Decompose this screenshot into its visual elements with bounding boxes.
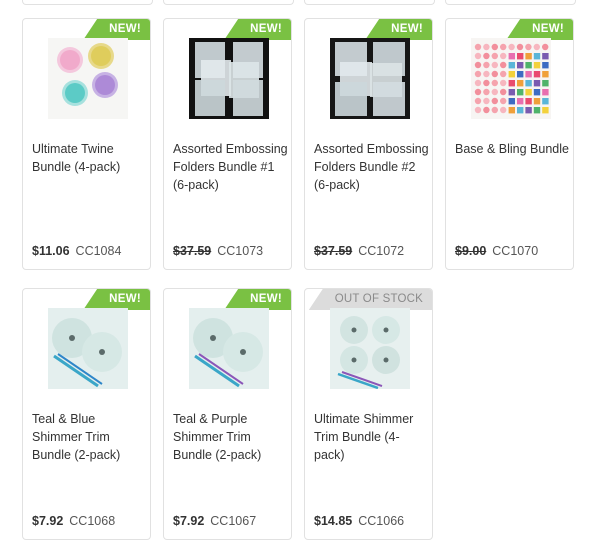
product-sku: CC1073 [217, 244, 264, 258]
price-line: $37.59 CC1073 [173, 244, 263, 258]
product-image-trim-spools[interactable] [189, 308, 269, 389]
product-sku: CC1072 [358, 244, 405, 258]
product-price: $7.92 [32, 514, 64, 528]
product-price: $37.59 [314, 244, 353, 258]
price-line: $7.92 CC1067 [173, 514, 256, 528]
product-price: $14.85 [314, 514, 353, 528]
product-grid: NEW! Ultimate Twine Bundle (4-pack) $11.… [0, 0, 589, 541]
price-line: $7.92 CC1068 [32, 514, 115, 528]
new-badge: NEW! [506, 19, 573, 40]
product-image-trim-spools[interactable] [330, 308, 410, 389]
product-image-bling-stickers[interactable] [471, 38, 551, 119]
product-card-ultimate-twine-bundle[interactable]: NEW! Ultimate Twine Bundle (4-pack) $11.… [22, 18, 151, 270]
new-badge: NEW! [365, 19, 432, 40]
previous-row-card [163, 0, 294, 5]
previous-row-card [22, 0, 153, 5]
product-card-base-and-bling-bundle[interactable]: NEW! Base & Bling Bundle $9.00 CC1070 [445, 18, 574, 270]
product-title[interactable]: Assorted Embossing Folders Bundle #2 (6-… [314, 140, 430, 194]
previous-row-card [304, 0, 435, 5]
product-image-embossing-folders[interactable] [330, 38, 410, 119]
product-image-trim-spools[interactable] [48, 308, 128, 389]
product-price: $11.06 [32, 244, 70, 258]
product-sku: CC1067 [210, 514, 257, 528]
product-sku: CC1066 [358, 514, 405, 528]
product-card-teal-purple-shimmer-trim[interactable]: NEW! Teal & Purple Shimmer Trim Bundle (… [163, 288, 292, 540]
product-price: $37.59 [173, 244, 212, 258]
product-card-teal-blue-shimmer-trim[interactable]: NEW! Teal & Blue Shimmer Trim Bundle (2-… [22, 288, 151, 540]
product-price: $7.92 [173, 514, 205, 528]
price-line: $37.59 CC1072 [314, 244, 404, 258]
product-title[interactable]: Teal & Blue Shimmer Trim Bundle (2-pack) [32, 410, 148, 464]
product-sku: CC1068 [69, 514, 116, 528]
product-title[interactable]: Ultimate Twine Bundle (4-pack) [32, 140, 148, 176]
new-badge: NEW! [83, 19, 150, 40]
product-title[interactable]: Base & Bling Bundle [455, 140, 571, 158]
product-image-embossing-folders[interactable] [189, 38, 269, 119]
product-card-embossing-folders-2[interactable]: NEW! Assorted Embossing Folders Bundle #… [304, 18, 433, 270]
previous-row-card [445, 0, 576, 5]
product-card-embossing-folders-1[interactable]: NEW! Assorted Embossing Folders Bundle #… [163, 18, 292, 270]
product-sku: CC1084 [75, 244, 122, 258]
price-line: $9.00 CC1070 [455, 244, 538, 258]
product-title[interactable]: Ultimate Shimmer Trim Bundle (4-pack) [314, 410, 430, 464]
product-title[interactable]: Assorted Embossing Folders Bundle #1 (6-… [173, 140, 289, 194]
new-badge: NEW! [224, 19, 291, 40]
product-title[interactable]: Teal & Purple Shimmer Trim Bundle (2-pac… [173, 410, 289, 464]
product-image-twine-spools[interactable] [48, 38, 128, 119]
price-line: $14.85 CC1066 [314, 514, 404, 528]
price-line: $11.06 CC1084 [32, 244, 121, 258]
new-badge: NEW! [83, 289, 150, 310]
out-of-stock-badge: OUT OF STOCK [308, 289, 432, 310]
product-price: $9.00 [455, 244, 487, 258]
new-badge: NEW! [224, 289, 291, 310]
product-card-ultimate-shimmer-trim[interactable]: OUT OF STOCK Ultimate Shimmer Trim Bundl… [304, 288, 433, 540]
product-sku: CC1070 [492, 244, 539, 258]
